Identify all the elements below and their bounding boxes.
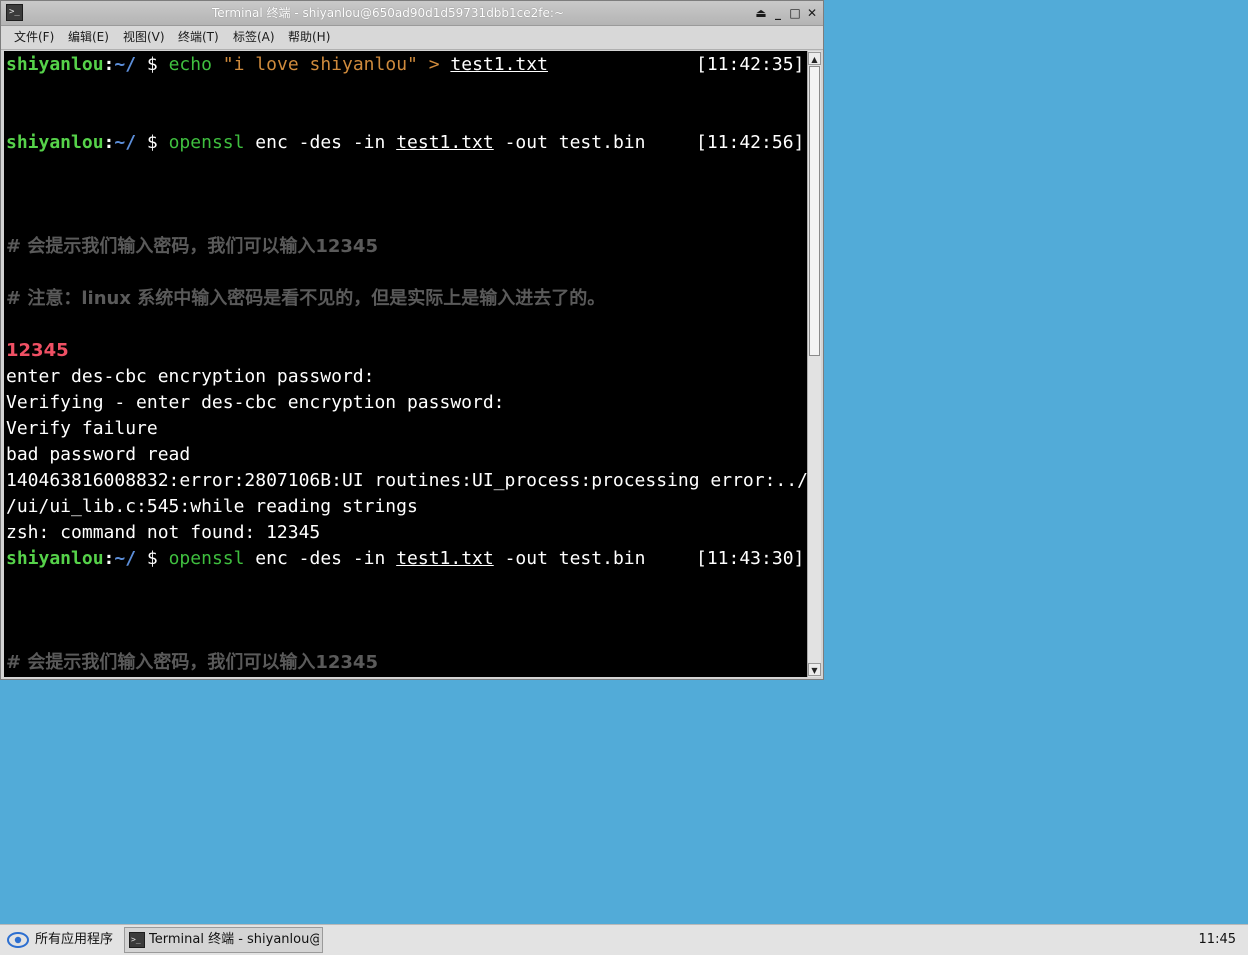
prompt-colon: : bbox=[103, 548, 115, 569]
command-program: openssl bbox=[168, 548, 245, 569]
output-line: Verifying - enter des-cbc encryption pas… bbox=[6, 392, 505, 413]
prompt-symbol: $ bbox=[136, 54, 169, 75]
window-title: Terminal 终端 - shiyanlou@650ad90d1d59731d… bbox=[211, 6, 564, 20]
command-args: -out test.bin bbox=[504, 548, 646, 569]
clock[interactable]: 11:45 bbox=[1199, 925, 1236, 955]
taskbar-window-label: Terminal 终端 - shiyanlou@650ad90d1d59731d… bbox=[149, 932, 319, 947]
prompt-user: shiyanlou bbox=[6, 548, 104, 569]
menubar: 文件(F) 编辑(E) 视图(V) 终端(T) 标签(A) 帮助(H) bbox=[1, 26, 823, 50]
menu-file[interactable]: 文件(F) bbox=[14, 26, 54, 49]
menu-terminal[interactable]: 终端(T) bbox=[178, 26, 219, 49]
prompt-symbol: $ bbox=[136, 132, 169, 153]
menu-view[interactable]: 视图(V) bbox=[123, 26, 165, 49]
command-file: test1.txt bbox=[396, 548, 494, 569]
command-args: -out test.bin bbox=[504, 132, 646, 153]
scroll-up-icon[interactable]: ▲ bbox=[808, 52, 821, 65]
scroll-down-icon[interactable]: ▼ bbox=[808, 663, 821, 676]
command-string: "i love shiyanlou" bbox=[222, 54, 418, 75]
close-icon[interactable]: ✕ bbox=[804, 5, 820, 21]
prompt-colon: : bbox=[103, 54, 115, 75]
taskbar: 所有应用程序 >_ Terminal 终端 - shiyanlou@650ad9… bbox=[0, 924, 1248, 955]
terminal-output[interactable]: shiyanlou:~/ $ echo "i love shiyanlou" >… bbox=[4, 51, 807, 677]
shade-icon[interactable]: ⏏ bbox=[753, 5, 769, 21]
terminal-scrollbar[interactable]: ▲ ▼ bbox=[807, 51, 821, 677]
apps-menu-icon[interactable] bbox=[7, 932, 29, 948]
prompt-user: shiyanlou bbox=[6, 132, 104, 153]
command-timestamp: [11:43:30] bbox=[696, 548, 805, 569]
output-line: zsh: command not found: 12345 bbox=[6, 522, 321, 543]
prompt-symbol: $ bbox=[136, 548, 169, 569]
terminal-icon: >_ bbox=[129, 932, 145, 948]
window-titlebar[interactable]: >_ Terminal 终端 - shiyanlou@650ad90d1d597… bbox=[1, 1, 823, 26]
comment-line: # 会提示我们输入密码，我们可以输入12345 bbox=[6, 652, 378, 673]
output-line: Verify failure bbox=[6, 418, 158, 439]
prompt-user: shiyanlou bbox=[6, 54, 104, 75]
prompt-colon: : bbox=[103, 132, 115, 153]
typed-password: 12345 bbox=[6, 340, 69, 361]
prompt-dir: ~/ bbox=[114, 548, 137, 569]
prompt-line: shiyanlou:~/ $ echo "i love shiyanlou" >… bbox=[6, 53, 548, 77]
command-args: enc -des -in bbox=[255, 132, 386, 153]
scrollbar-thumb[interactable] bbox=[809, 66, 820, 356]
menu-help[interactable]: 帮助(H) bbox=[288, 26, 330, 49]
minimize-icon[interactable]: _ bbox=[770, 5, 786, 21]
output-line: 140463816008832:error:2807106B:UI routin… bbox=[6, 470, 807, 491]
prompt-line: shiyanlou:~/ $ openssl enc -des -in test… bbox=[6, 131, 645, 155]
comment-line: # 会提示我们输入密码，我们可以输入12345 bbox=[6, 236, 378, 257]
command-timestamp: [11:42:56] bbox=[696, 132, 805, 153]
menu-edit[interactable]: 编辑(E) bbox=[68, 26, 109, 49]
command-program: openssl bbox=[168, 132, 245, 153]
terminal-icon: >_ bbox=[6, 4, 23, 21]
maximize-icon[interactable]: □ bbox=[787, 5, 803, 21]
command-args: enc -des -in bbox=[255, 548, 386, 569]
comment-line: # 注意：linux 系统中输入密码是看不见的，但是实际上是输入进去了的。 bbox=[6, 288, 606, 309]
command-program: echo bbox=[168, 54, 212, 75]
apps-menu-button[interactable]: 所有应用程序 bbox=[35, 925, 113, 955]
command-file: test1.txt bbox=[396, 132, 494, 153]
output-line: /ui/ui_lib.c:545:while reading strings bbox=[6, 496, 418, 517]
terminal-window: >_ Terminal 终端 - shiyanlou@650ad90d1d597… bbox=[0, 0, 824, 680]
prompt-dir: ~/ bbox=[114, 54, 137, 75]
output-line: bad password read bbox=[6, 444, 191, 465]
menu-tabs[interactable]: 标签(A) bbox=[233, 26, 275, 49]
command-redirect: > bbox=[428, 54, 440, 75]
prompt-dir: ~/ bbox=[114, 132, 137, 153]
output-line: enter des-cbc encryption password: bbox=[6, 366, 375, 387]
command-file: test1.txt bbox=[450, 54, 548, 75]
taskbar-window-button[interactable]: >_ Terminal 终端 - shiyanlou@650ad90d1d597… bbox=[124, 927, 323, 953]
prompt-line: shiyanlou:~/ $ openssl enc -des -in test… bbox=[6, 547, 645, 571]
command-timestamp: [11:42:35] bbox=[696, 54, 805, 75]
